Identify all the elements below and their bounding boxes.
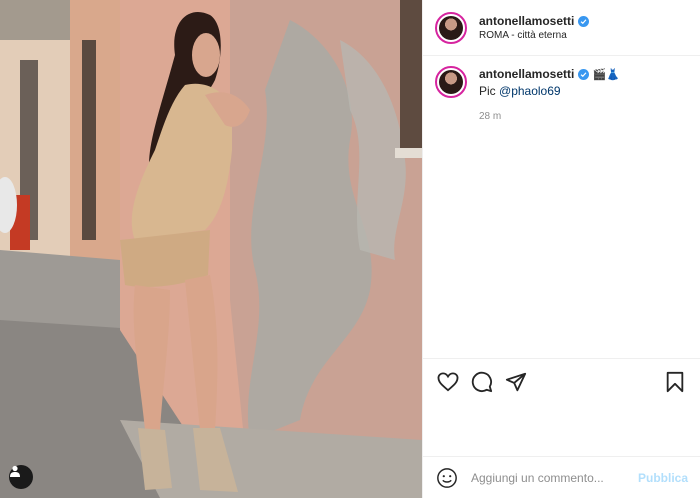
smiley-icon [437, 467, 457, 488]
caption-username[interactable]: antonellamosetti [479, 67, 574, 81]
add-comment-bar: Pubblica [423, 456, 700, 498]
save-button[interactable] [662, 369, 688, 395]
tagged-users-button[interactable] [9, 465, 33, 489]
photo-illustration [0, 0, 422, 498]
verified-badge-icon [578, 15, 590, 27]
paper-plane-icon [505, 372, 527, 391]
location-link[interactable]: ROMA - città eterna [479, 30, 589, 41]
instagram-post: antonellamosetti ROMA - città eterna ant… [0, 0, 700, 498]
comments-area: antonellamosetti 🎬👗 Pic @phaolo69 28 m [435, 66, 688, 125]
comment-icon [471, 371, 493, 392]
verified-badge-icon [578, 69, 590, 80]
action-bar [423, 358, 700, 404]
comment-input[interactable] [471, 470, 638, 485]
person-icon [10, 465, 20, 477]
comment-button[interactable] [469, 369, 495, 395]
avatar[interactable] [435, 11, 467, 44]
post-time[interactable]: 28 m [479, 109, 622, 125]
post-sidebar: antonellamosetti ROMA - città eterna ant… [422, 0, 700, 498]
caption-text: Pic [479, 84, 500, 98]
header-username[interactable]: antonellamosetti [479, 14, 574, 28]
caption-emojis: 🎬👗 [592, 69, 621, 81]
mention-link[interactable]: @phaolo69 [499, 84, 561, 98]
post-header: antonellamosetti ROMA - città eterna [423, 0, 700, 56]
heart-icon [437, 371, 459, 391]
caption-avatar[interactable] [435, 66, 467, 98]
bookmark-icon [666, 371, 684, 392]
post-photo[interactable] [0, 0, 422, 498]
publish-button[interactable]: Pubblica [638, 471, 688, 485]
like-button[interactable] [435, 369, 461, 395]
share-button[interactable] [503, 369, 529, 395]
caption: antonellamosetti 🎬👗 Pic @phaolo69 28 m [435, 66, 688, 125]
emoji-button[interactable] [435, 466, 459, 490]
